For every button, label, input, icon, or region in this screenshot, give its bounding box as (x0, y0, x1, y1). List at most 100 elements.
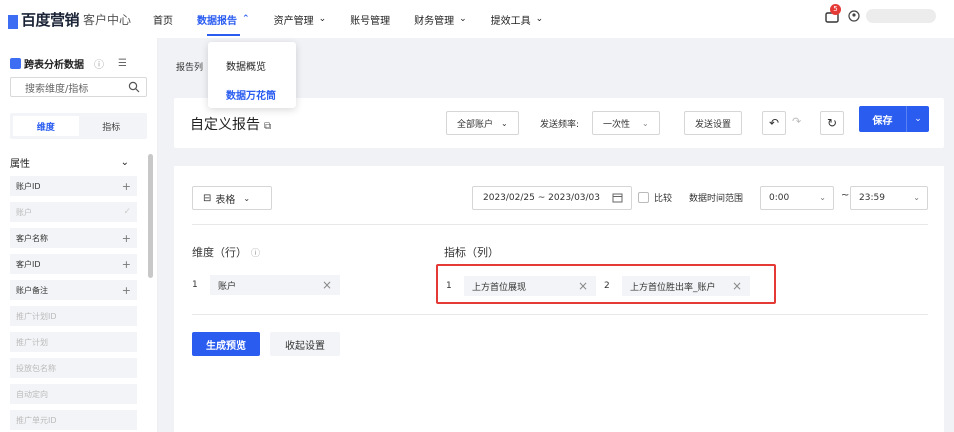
chevron-down-icon: ⌄ (318, 14, 327, 24)
add-icon[interactable]: + (122, 232, 131, 245)
sidebar-scrollbar[interactable] (148, 154, 153, 278)
send-frequency-select[interactable]: 一次性 ⌄ (592, 111, 660, 135)
nav-menu: 首页 数据报告 ⌃ 资产管理 ⌄ 账号管理 财务管理 ⌄ 提效工具 ⌄ (153, 0, 567, 38)
save-button[interactable]: 保存 ⌄ (859, 106, 929, 132)
chevron-down-icon: ⌄ (642, 118, 649, 128)
metric-chip-label: 上方首位胜出率_账户 (630, 282, 716, 293)
metric-section-label: 指标（列） (444, 246, 499, 259)
chevron-down-icon[interactable]: ⌄ (907, 106, 929, 132)
time-start-select[interactable]: 0:00 ⌄ (760, 186, 834, 210)
list-item[interactable]: 客户ID + (10, 254, 137, 274)
report-title-text: 自定义报告 (190, 117, 260, 133)
add-icon[interactable]: + (122, 284, 131, 297)
help-icon[interactable]: ⓘ (94, 56, 104, 71)
redo-icon[interactable]: ↷ (792, 115, 801, 128)
time-end-value: 23:59 (859, 193, 885, 203)
sidebar-search-input[interactable]: 搜索维度/指标 (10, 77, 147, 97)
brand-mark-icon (8, 14, 18, 29)
undo-button[interactable]: ↶ (762, 111, 786, 135)
list-item-label: 自动定向 (16, 389, 48, 399)
report-config-panel: ⊟ 表格 ⌄ 2023/02/25 ~ 2023/03/03 比较 数据时间范围… (174, 166, 944, 432)
add-icon[interactable]: + (122, 180, 131, 193)
table-icon: ⊟ (203, 192, 212, 204)
section-attributes[interactable]: 属性 ⌄ (0, 139, 157, 170)
search-icon (128, 81, 140, 93)
nav-right: 5 (824, 4, 936, 24)
nav-item-account-management[interactable]: 账号管理 (350, 0, 390, 38)
nav-item-label: 账号管理 (350, 15, 391, 27)
brand-logo[interactable]: 百度营销 客户中心 (8, 9, 131, 30)
menu-item-data-kaleidoscope[interactable]: 数据万花筒 (208, 81, 296, 110)
list-item[interactable]: 客户名称 + (10, 228, 137, 248)
nav-item-finance-management[interactable]: 财务管理 ⌄ (414, 0, 467, 38)
sidebar-title: 跨表分析数据 (24, 60, 84, 71)
list-item-label: 账户 (16, 207, 32, 217)
tab-metrics[interactable]: 指标 (79, 116, 145, 136)
refresh-button[interactable]: ↻ (820, 111, 844, 135)
account-select[interactable]: 全部账户 ⌄ (446, 111, 519, 135)
send-settings-button[interactable]: 发送设置 (684, 111, 743, 135)
brand-name: 百度营销 (21, 10, 80, 29)
chevron-down-icon: ⌄ (243, 193, 251, 203)
brand-subtitle: 客户中心 (83, 12, 132, 27)
compare-checkbox[interactable]: 比较 (638, 191, 672, 204)
menu-item-data-overview[interactable]: 数据概览 (208, 52, 296, 81)
list-item-label: 投放包名称 (16, 363, 56, 373)
close-icon[interactable]: × (578, 279, 588, 293)
add-icon[interactable]: + (122, 258, 131, 271)
time-end-select[interactable]: 23:59 ⌄ (850, 186, 928, 210)
list-item-label: 推广计划 (16, 337, 48, 347)
metric-index: 1 (446, 281, 452, 291)
list-item-label: 客户名称 (16, 233, 48, 243)
dimension-section-label: 维度（行） ⓘ (192, 244, 260, 260)
close-icon[interactable]: × (322, 278, 332, 292)
database-icon (10, 58, 21, 69)
list-item[interactable]: 账户 ✓ (10, 202, 137, 222)
divider (192, 224, 928, 225)
chevron-down-icon: ⌄ (819, 193, 826, 202)
list-item[interactable]: 推广单元ID (10, 410, 137, 430)
chevron-down-icon: ⌄ (501, 118, 508, 128)
nav-item-asset-management[interactable]: 资产管理 ⌄ (274, 0, 327, 38)
list-item[interactable]: 账户备注 + (10, 280, 137, 300)
metric-chip[interactable]: 1 上方首位展现 × (446, 276, 596, 296)
date-range-picker[interactable]: 2023/02/25 ~ 2023/03/03 (472, 186, 632, 210)
send-frequency-value: 一次性 (603, 119, 631, 130)
dimension-chip-body[interactable]: 账户 × (210, 275, 340, 295)
list-item-label: 客户ID (16, 259, 41, 269)
metric-chip[interactable]: 2 上方首位胜出率_账户 × (604, 276, 750, 296)
list-item[interactable]: 推广计划 (10, 332, 137, 352)
view-type-select[interactable]: ⊟ 表格 ⌄ (192, 186, 272, 210)
metric-selection-highlight: 1 上方首位展现 × 2 上方首位胜出率_账户 × (436, 264, 776, 304)
report-title[interactable]: 自定义报告 ⧉ (190, 114, 271, 134)
user-name-redacted[interactable] (866, 9, 936, 23)
list-item[interactable]: 投放包名称 (10, 358, 137, 378)
user-icon[interactable] (848, 10, 860, 22)
checkbox[interactable] (638, 192, 649, 203)
edit-icon[interactable]: ⧉ (264, 121, 271, 132)
report-list-tab[interactable]: 报告列 (176, 60, 203, 73)
tab-dimensions[interactable]: 维度 (13, 116, 79, 136)
close-icon[interactable]: × (732, 279, 742, 293)
date-range-value: 2023/02/25 ~ 2023/03/03 (483, 193, 601, 203)
dimension-index: 1 (192, 280, 198, 290)
generate-preview-button[interactable]: 生成预览 (192, 332, 260, 356)
list-item[interactable]: 推广计划ID (10, 306, 137, 326)
list-item[interactable]: 自动定向 (10, 384, 137, 404)
dimension-chip[interactable]: 1 账户 × (192, 274, 340, 296)
search-placeholder: 搜索维度/指标 (25, 83, 89, 95)
nav-item-home[interactable]: 首页 (153, 0, 173, 38)
list-item[interactable]: 账户ID + (10, 176, 137, 196)
metric-chip-body[interactable]: 上方首位展现 × (464, 276, 596, 296)
fold-settings-button[interactable]: 收起设置 (270, 332, 340, 356)
nav-item-label: 财务管理 (414, 15, 455, 27)
metric-chip-body[interactable]: 上方首位胜出率_账户 × (622, 276, 750, 296)
save-button-label[interactable]: 保存 (859, 106, 907, 132)
help-icon[interactable]: ⓘ (251, 249, 260, 259)
nav-item-efficiency-tools[interactable]: 提效工具 ⌄ (491, 0, 544, 38)
collapse-sidebar-icon[interactable]: ☰ (118, 58, 127, 69)
view-type-value: 表格 (215, 194, 236, 206)
message-icon[interactable]: 5 (824, 4, 841, 24)
chevron-down-icon: ⌄ (535, 14, 544, 24)
nav-item-data-report[interactable]: 数据报告 ⌃ (197, 0, 250, 38)
